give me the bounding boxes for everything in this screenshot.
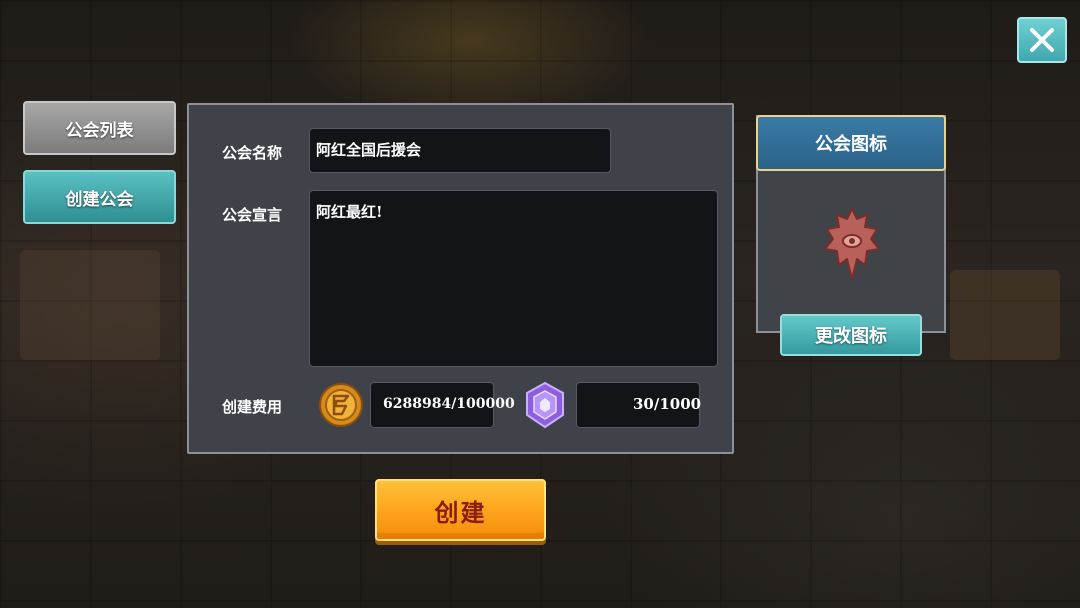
tab-create-guild[interactable]: 创建公会: [23, 170, 176, 224]
guild-emblem-title: 公会图标: [815, 134, 887, 155]
create-guild-form: 公会名称 阿红全国后援会 公会宣言 阿红最红! 创建费用 6288984/100…: [187, 103, 734, 454]
background-chest: [950, 270, 1060, 360]
guild-emblem-icon: [824, 208, 880, 280]
guild-declaration-label: 公会宣言: [222, 206, 283, 224]
close-button[interactable]: [1017, 17, 1067, 63]
guild-declaration-value: 阿红最红!: [316, 203, 383, 221]
gold-cost-value-box: 6288984/100000: [370, 382, 515, 428]
guild-name-input[interactable]: 阿红全国后援会: [309, 128, 611, 173]
gem-cost-value: 30/1000: [633, 395, 702, 413]
close-icon: [1030, 28, 1054, 52]
tab-guild-list[interactable]: 公会列表: [23, 101, 176, 155]
change-emblem-button[interactable]: 更改图标: [780, 314, 922, 356]
gem-cost-value-box: 30/1000: [576, 382, 702, 428]
create-guild-label: 创建: [434, 497, 487, 527]
gold-cost-value: 6288984/100000: [383, 396, 515, 412]
tab-create-guild-label: 创建公会: [65, 189, 134, 210]
background-shelf: [20, 250, 160, 360]
guild-emblem-header: 公会图标: [756, 115, 946, 171]
guild-declaration-input[interactable]: 阿红最红!: [309, 190, 718, 367]
tab-guild-list-label: 公会列表: [65, 120, 134, 141]
create-guild-button[interactable]: 创建: [375, 479, 546, 541]
guild-name-value: 阿红全国后援会: [316, 141, 422, 159]
gold-coin-icon: [319, 383, 363, 427]
purple-gem-icon: [526, 381, 564, 429]
guild-name-label: 公会名称: [222, 144, 283, 162]
change-emblem-label: 更改图标: [815, 326, 887, 347]
cost-label: 创建费用: [222, 398, 283, 416]
